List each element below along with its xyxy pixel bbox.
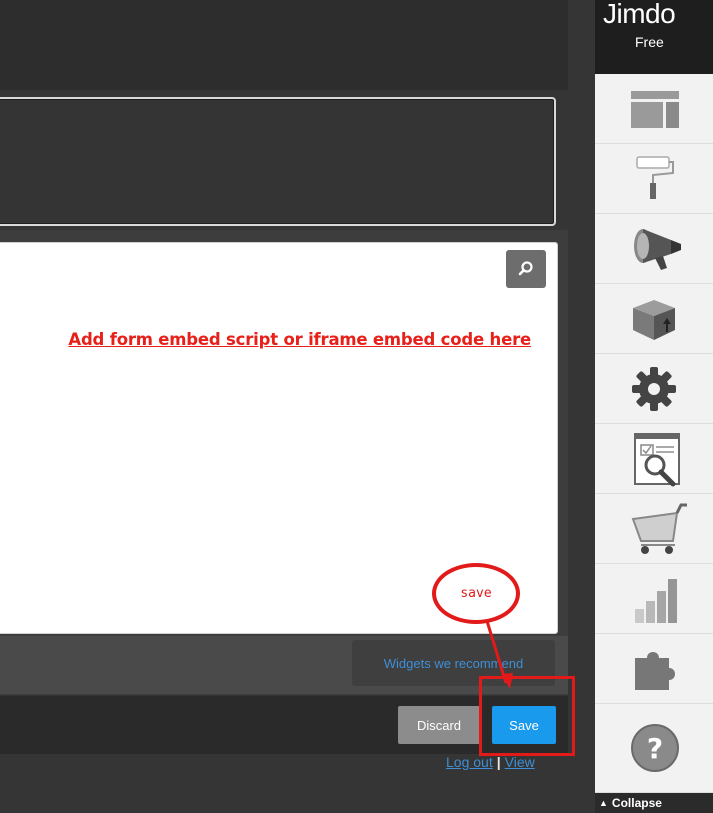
seo-search-icon [634, 432, 680, 486]
help-icon: ? [631, 724, 679, 772]
sidebar-item-seo[interactable] [595, 424, 713, 494]
save-callout-text: save [460, 586, 492, 601]
brand-logo: Jimdo [603, 0, 676, 29]
view-link[interactable]: View [505, 754, 535, 770]
puzzle-icon [635, 651, 675, 690]
logout-link[interactable]: Log out [446, 754, 493, 770]
jimdo-sidebar: Jimdo Free ? ▲ Collapse [595, 0, 713, 813]
editor-header [0, 0, 568, 90]
save-highlight-annotation [479, 676, 575, 756]
embed-instruction-annotation: Add form embed script or iframe embed co… [68, 330, 531, 349]
plan-label: Free [635, 34, 664, 50]
svg-text:?: ? [647, 732, 663, 765]
sidebar-item-help[interactable]: ? [595, 704, 713, 793]
brand-header: Jimdo Free [595, 0, 713, 74]
sidebar-item-store[interactable] [595, 494, 713, 564]
collapse-button[interactable]: ▲ Collapse [595, 793, 713, 813]
sidebar-item-package[interactable] [595, 284, 713, 354]
megaphone-icon [634, 228, 681, 270]
layout-icon [631, 90, 679, 128]
magnifier-icon [518, 261, 533, 276]
link-separator: | [496, 754, 501, 770]
collapse-label: Collapse [611, 796, 662, 810]
sidebar-item-marketing[interactable] [595, 214, 713, 284]
paint-roller-icon [636, 155, 674, 199]
shopping-cart-icon [631, 503, 687, 554]
package-icon [633, 299, 675, 340]
zoom-button[interactable] [506, 250, 546, 288]
sidebar-item-style[interactable] [595, 144, 713, 214]
sidebar-item-settings[interactable] [595, 354, 713, 424]
arrow-up-icon: ▲ [599, 798, 608, 808]
discard-button[interactable]: Discard [398, 706, 480, 744]
widget-title-field[interactable] [0, 97, 556, 226]
sidebar-item-statistics[interactable] [595, 564, 713, 634]
sidebar-item-addons[interactable] [595, 634, 713, 704]
save-callout-annotation: save [432, 563, 520, 624]
gear-icon [632, 366, 676, 411]
account-links: Log out | View [446, 754, 535, 770]
sidebar-item-layout[interactable] [595, 74, 713, 144]
statistics-bars-icon [635, 578, 677, 623]
